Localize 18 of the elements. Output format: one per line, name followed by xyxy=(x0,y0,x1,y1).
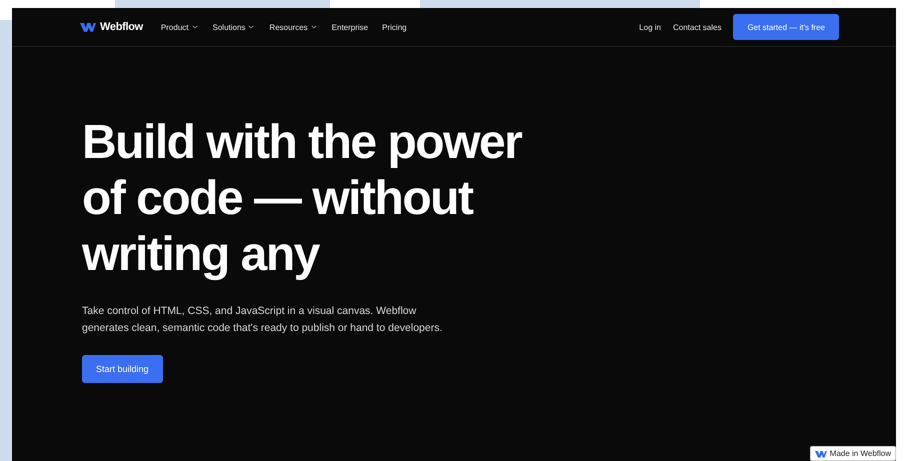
hero-description: Take control of HTML, CSS, and JavaScript in a visual canvas. Webflow generates clean, semantic code that's ready to publish or hand to developers. xyxy=(82,304,444,336)
made-in-webflow-badge[interactable]: Made in Webflow xyxy=(810,446,896,461)
chevron-down-icon xyxy=(310,23,318,31)
hero-heading: Build with the power of code — without writing any xyxy=(82,115,523,283)
logo-icon xyxy=(80,22,96,32)
logo-icon xyxy=(814,450,827,458)
chevron-down-icon xyxy=(247,23,256,31)
get-started-button[interactable]: Get started — it's free xyxy=(733,14,839,40)
nav-link[interactable]: Contact sales xyxy=(672,22,722,32)
chevron-down-icon xyxy=(190,23,198,31)
brand-name[interactable]: Webflow xyxy=(100,21,143,33)
nav-link[interactable]: Product xyxy=(160,22,198,32)
nav-link[interactable]: Pricing xyxy=(382,22,407,32)
nav-link[interactable]: Resources xyxy=(269,22,318,32)
nav-link[interactable]: Solutions xyxy=(212,22,256,32)
nav-link[interactable]: Enterprise xyxy=(332,22,368,32)
start-building-button[interactable]: Start building xyxy=(82,355,163,383)
nav-link[interactable]: Log in xyxy=(639,22,661,32)
